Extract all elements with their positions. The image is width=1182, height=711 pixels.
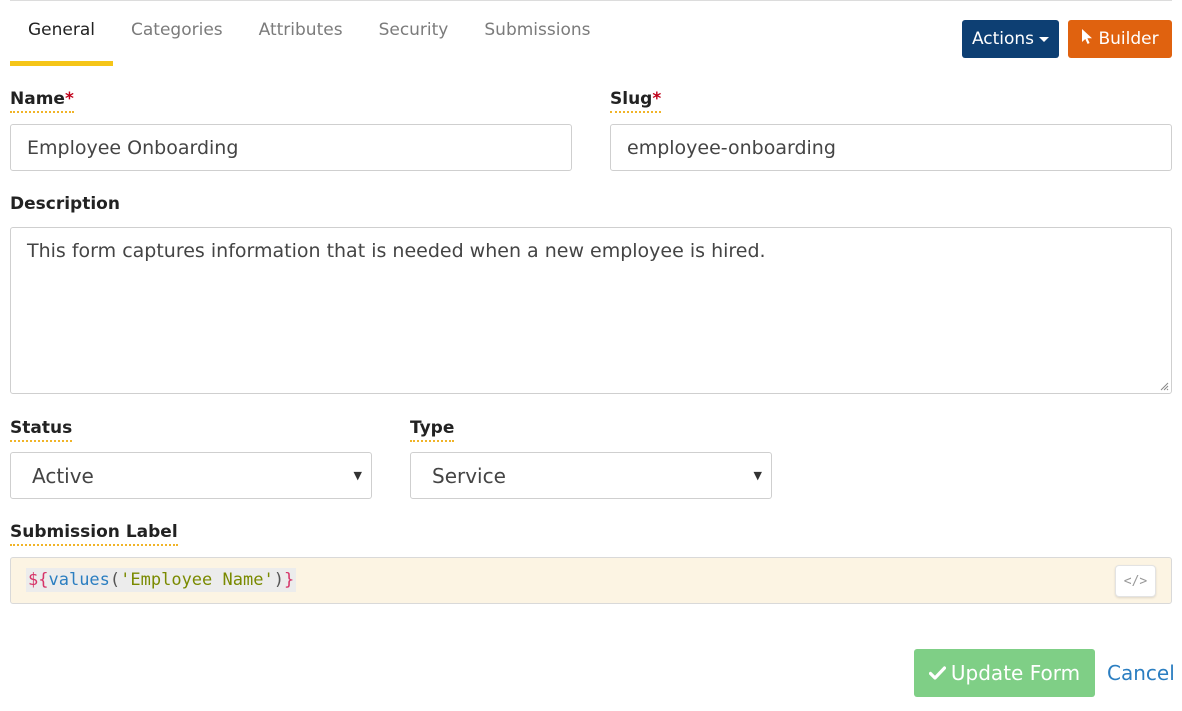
cursor-pointer-icon [1081, 28, 1093, 50]
status-select[interactable]: Active ▼ [10, 452, 372, 499]
required-mark: * [652, 89, 662, 109]
cancel-link[interactable]: Cancel [1107, 660, 1175, 686]
update-form-button[interactable]: Update Form [914, 649, 1095, 697]
submission-label-code-input[interactable]: ${values('Employee Name')} [10, 557, 1172, 604]
update-form-label: Update Form [950, 661, 1081, 685]
tab-categories[interactable]: Categories [113, 0, 241, 66]
type-select[interactable]: Service ▼ [410, 452, 772, 499]
status-label: Status [10, 417, 73, 442]
description-textarea[interactable]: This form captures information that is n… [10, 227, 1172, 394]
builder-button[interactable]: Builder [1068, 20, 1172, 58]
required-mark: * [64, 89, 74, 109]
resize-handle-icon[interactable] [1159, 381, 1169, 391]
submission-label-expression: ${values('Employee Name')} [26, 568, 297, 592]
caret-down-icon [1039, 36, 1050, 42]
slug-label: Slug* [610, 88, 662, 113]
description-text: This form captures information that is n… [27, 240, 766, 262]
submission-label-label: Submission Label [10, 521, 178, 546]
slug-input[interactable]: employee-onboarding [610, 124, 1172, 171]
tab-attributes[interactable]: Attributes [241, 0, 361, 66]
status-selected-value: Active [32, 463, 94, 488]
tab-submissions[interactable]: Submissions [466, 0, 608, 66]
caret-down-icon: ▼ [353, 469, 362, 482]
tab-security[interactable]: Security [361, 0, 467, 66]
caret-down-icon: ▼ [753, 469, 762, 482]
name-label: Name* [10, 88, 74, 113]
description-label: Description [10, 194, 120, 214]
builder-label: Builder [1098, 29, 1159, 49]
code-icon[interactable]: </> [1115, 565, 1156, 597]
name-input[interactable]: Employee Onboarding [10, 124, 572, 171]
type-label: Type [410, 417, 455, 442]
tab-bar: General Categories Attributes Security S… [10, 0, 608, 66]
checkmark-icon [928, 661, 947, 685]
type-selected-value: Service [432, 463, 506, 488]
actions-label: Actions [971, 29, 1035, 49]
actions-dropdown-button[interactable]: Actions [962, 20, 1059, 58]
tab-general[interactable]: General [10, 0, 113, 66]
